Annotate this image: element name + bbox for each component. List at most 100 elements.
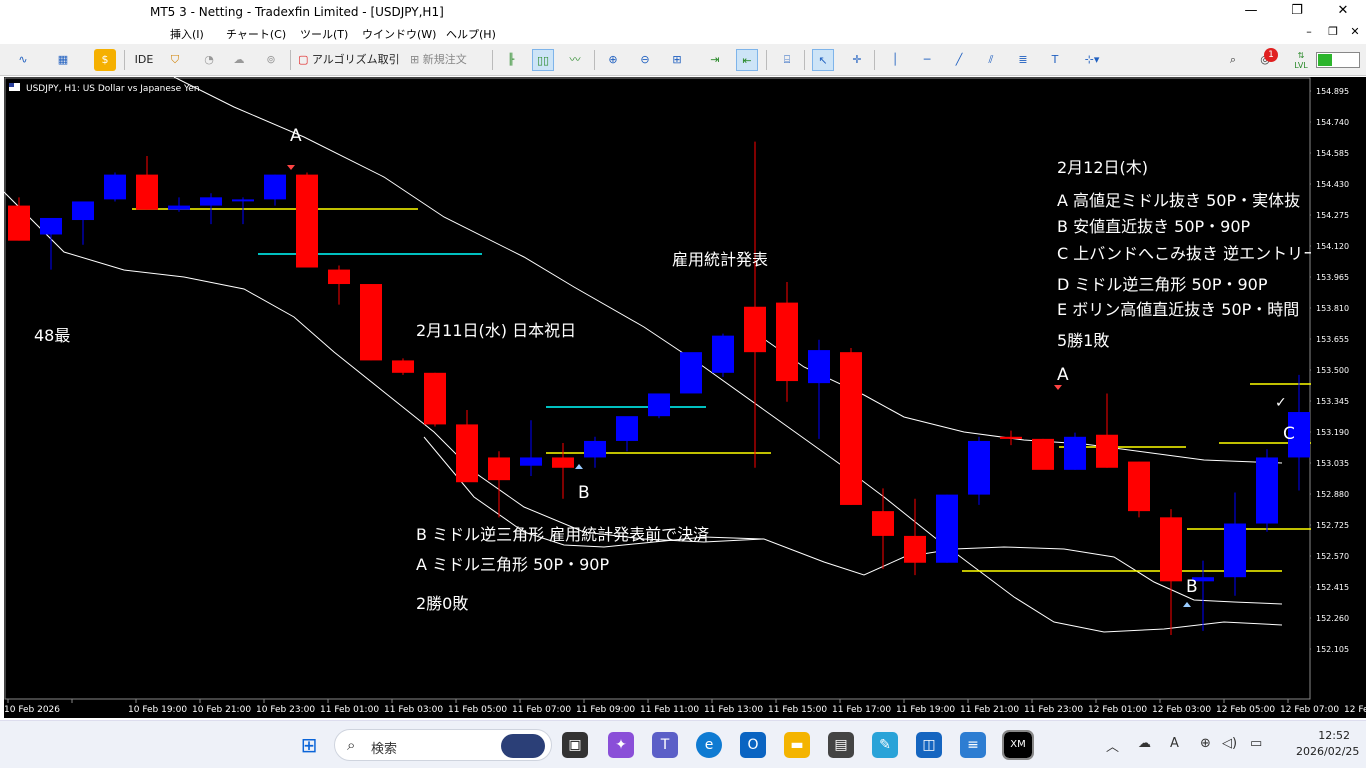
- close-button[interactable]: ✕: [1320, 0, 1366, 24]
- text-icon[interactable]: T: [1044, 49, 1066, 71]
- channel-icon[interactable]: ⫽: [980, 49, 1002, 71]
- volume-icon[interactable]: ◁): [1222, 736, 1237, 751]
- price-label: 152.415: [1316, 583, 1349, 592]
- connection-bar: [1316, 52, 1360, 68]
- price-label: 153.655: [1316, 335, 1349, 344]
- feb12-a: A 高値足ミドル抜き 50P・実体抜: [1057, 191, 1300, 210]
- notification-badge: 1: [1264, 48, 1278, 62]
- ide-button[interactable]: IDE: [130, 49, 158, 71]
- vertical-line-icon[interactable]: │: [884, 49, 906, 71]
- mdi-close-icon[interactable]: ✕: [1342, 24, 1366, 40]
- mdi-minimize-icon[interactable]: –: [1296, 24, 1322, 40]
- cloud-icon[interactable]: ☁: [228, 49, 250, 71]
- price-label: 153.965: [1316, 273, 1349, 282]
- menu-tools[interactable]: ツール(T): [300, 26, 348, 42]
- price-label: 152.725: [1316, 521, 1349, 530]
- network-icon[interactable]: ⊕: [1200, 736, 1211, 751]
- screenshot-icon[interactable]: ⌸: [776, 49, 798, 71]
- taskbar: ⊞ ⌕ 検索 ▣ ✦ T e O ▬ ▤ ✎ ◫ ≡ XM ︿ ☁ A ⊕ ◁)…: [0, 720, 1366, 768]
- price-label: 154.120: [1316, 242, 1349, 251]
- vps-icon[interactable]: ⊚: [260, 49, 282, 71]
- sell-arrow-icon: [287, 165, 295, 170]
- cursor-icon[interactable]: ↖: [812, 49, 834, 71]
- menu-help[interactable]: ヘルプ(H): [446, 26, 496, 42]
- battery-icon[interactable]: ▭: [1250, 736, 1262, 751]
- search-icon[interactable]: ⌕: [1222, 49, 1244, 71]
- zoom-in-icon[interactable]: ⊕: [602, 49, 624, 71]
- menu-insert[interactable]: 挿入(I): [170, 26, 204, 42]
- market-icon[interactable]: $: [94, 49, 116, 71]
- title-bar: MT5 3 - Netting - Tradexfin Limited - [U…: [0, 0, 1366, 24]
- line-chart-icon[interactable]: ∿: [12, 49, 34, 71]
- horizontal-line-icon[interactable]: ─: [916, 49, 938, 71]
- window-title: MT5 3 - Netting - Tradexfin Limited - [U…: [150, 5, 444, 19]
- candle-body: [680, 352, 702, 394]
- autoscroll-icon[interactable]: ⇥: [704, 49, 726, 71]
- buy-arrow-icon: [1183, 602, 1191, 607]
- zoom-out-icon[interactable]: ⊖: [634, 49, 656, 71]
- dashboard-icon[interactable]: ▦: [52, 49, 74, 71]
- edge-icon[interactable]: e: [696, 732, 722, 758]
- notepad-icon[interactable]: ≡: [960, 732, 986, 758]
- xm-icon[interactable]: XM: [1002, 730, 1034, 760]
- explorer-icon[interactable]: ▬: [784, 732, 810, 758]
- plus-icon: ⊞: [410, 53, 420, 66]
- price-chart[interactable]: 154.895 154.740 154.585 154.430 154.275 154.1…: [4, 77, 1366, 718]
- time-label: 11 Feb 21:00: [960, 705, 1019, 715]
- shapes-icon[interactable]: ⊹▾: [1076, 49, 1108, 71]
- candle-body: [360, 284, 382, 361]
- price-label: 152.260: [1316, 614, 1349, 623]
- bar-chart-icon[interactable]: ╟: [500, 49, 522, 71]
- teams-icon[interactable]: T: [652, 732, 678, 758]
- candle-body: [552, 457, 574, 468]
- candle-body: [136, 174, 158, 210]
- menu-window[interactable]: ウインドウ(W): [362, 26, 436, 42]
- time-label: 10 Feb 21:00: [192, 705, 251, 715]
- line-icon[interactable]: 〰: [564, 49, 586, 71]
- maximize-button[interactable]: ❐: [1274, 0, 1320, 24]
- time-label: 11 Feb 23:00: [1024, 705, 1083, 715]
- chart-shift-icon[interactable]: ⇤: [736, 49, 758, 71]
- menu-chart[interactable]: チャート(C): [226, 26, 286, 42]
- candle-body: [744, 306, 766, 353]
- chart-area[interactable]: 154.895 154.740 154.585 154.430 154.275 154.1…: [4, 77, 1366, 718]
- mark-c: C: [1283, 424, 1295, 444]
- search-box[interactable]: ⌕ 検索: [334, 729, 552, 761]
- time-label: 11 Feb 03:00: [384, 705, 443, 715]
- minimize-button[interactable]: —: [1228, 0, 1274, 24]
- start-icon[interactable]: ⊞: [296, 732, 322, 758]
- new-order-button[interactable]: ⊞ 新規注文: [410, 49, 486, 71]
- store-icon[interactable]: ◫: [916, 732, 942, 758]
- algo-trading-button[interactable]: ▢ アルゴリズム取引: [298, 49, 402, 71]
- candle-body: [872, 511, 894, 536]
- candle-body: [456, 424, 478, 483]
- time-label: 11 Feb 13:00: [704, 705, 763, 715]
- time-label: 11 Feb 19:00: [896, 705, 955, 715]
- app-icon[interactable]: ▤: [828, 732, 854, 758]
- candle-body: [104, 174, 126, 200]
- fibonacci-icon[interactable]: ≣: [1012, 49, 1034, 71]
- candle-body: [1160, 517, 1182, 582]
- mark-a-1: A: [290, 126, 302, 146]
- chevron-up-icon[interactable]: ︿: [1106, 736, 1119, 755]
- candle-chart-icon[interactable]: ▯▯: [532, 49, 554, 71]
- copilot-icon[interactable]: ✦: [608, 732, 634, 758]
- weather-icon[interactable]: ☁: [1138, 736, 1151, 751]
- clock[interactable]: 12:52 2026/02/25: [1296, 728, 1359, 760]
- outlook-icon[interactable]: O: [740, 732, 766, 758]
- crosshair-icon[interactable]: ✛: [846, 49, 868, 71]
- feb11-result: 2勝0敗: [416, 594, 468, 613]
- signal-icon[interactable]: ◔: [198, 49, 220, 71]
- trend-line-icon[interactable]: ╱: [948, 49, 970, 71]
- time-label: 12 Feb 03:00: [1152, 705, 1211, 715]
- candle-body: [200, 197, 222, 206]
- mark-b-1: B: [578, 483, 590, 503]
- paint-icon[interactable]: ✎: [872, 732, 898, 758]
- price-label: 154.585: [1316, 149, 1349, 158]
- candle-body: [520, 457, 542, 466]
- candle-body: [328, 269, 350, 285]
- bag-icon[interactable]: ⛉: [164, 49, 186, 71]
- grid-icon[interactable]: ⊞: [666, 49, 688, 71]
- task-view-icon[interactable]: ▣: [562, 732, 588, 758]
- font-icon[interactable]: A: [1170, 736, 1179, 751]
